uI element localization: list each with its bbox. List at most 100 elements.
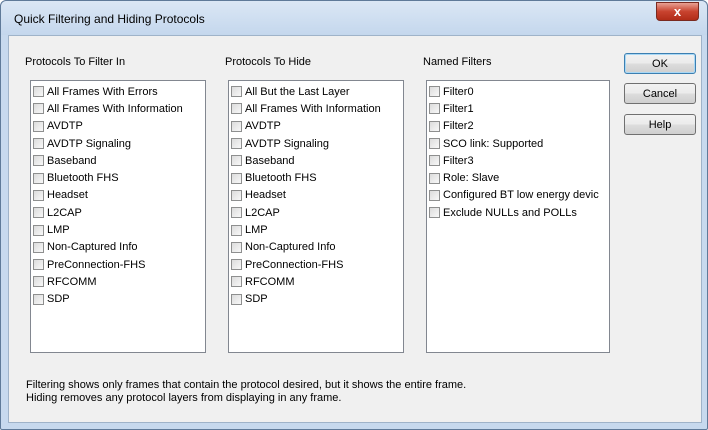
hide-item-label: Baseband bbox=[245, 154, 295, 167]
hide-item[interactable]: RFCOMM bbox=[231, 273, 403, 290]
checkbox[interactable] bbox=[231, 207, 242, 219]
checkbox[interactable] bbox=[33, 103, 44, 115]
filter-in-item-label: Headset bbox=[47, 189, 88, 202]
title-bar[interactable]: Quick Filtering and Hiding Protocols x bbox=[1, 1, 707, 35]
checkbox[interactable] bbox=[231, 120, 242, 132]
filter-in-item[interactable]: All Frames With Errors bbox=[33, 83, 205, 100]
checkbox[interactable] bbox=[231, 103, 242, 115]
filter-in-item[interactable]: PreConnection-FHS bbox=[33, 256, 205, 273]
filter-in-item[interactable]: RFCOMM bbox=[33, 273, 205, 290]
checkbox[interactable] bbox=[231, 86, 242, 98]
hide-item[interactable]: SDP bbox=[231, 291, 403, 308]
named-filter-item[interactable]: Filter2 bbox=[429, 118, 609, 135]
filter-in-item[interactable]: LMP bbox=[33, 221, 205, 238]
filter-in-item-label: SDP bbox=[47, 293, 70, 306]
checkbox[interactable] bbox=[33, 207, 44, 219]
named-filters-listbox[interactable]: Filter0 Filter1 Filter2 SCO link: Supported… bbox=[426, 80, 610, 353]
named-filter-item[interactable]: Role: Slave bbox=[429, 169, 609, 186]
filter-in-item[interactable]: Headset bbox=[33, 187, 205, 204]
checkbox[interactable] bbox=[33, 276, 44, 288]
hide-item[interactable]: Non-Captured Info bbox=[231, 239, 403, 256]
checkbox[interactable] bbox=[231, 224, 242, 236]
filter-in-item-label: AVDTP bbox=[47, 120, 83, 133]
named-filter-item[interactable]: Configured BT low energy devic bbox=[429, 187, 609, 204]
checkbox[interactable] bbox=[33, 172, 44, 184]
filtering-info-text: Filtering shows only frames that contain… bbox=[26, 379, 467, 391]
filter-in-item[interactable]: AVDTP Signaling bbox=[33, 135, 205, 152]
named-filter-item[interactable]: Filter3 bbox=[429, 152, 609, 169]
checkbox[interactable] bbox=[231, 138, 242, 150]
checkbox[interactable] bbox=[33, 155, 44, 167]
named-filters-label: Named Filters bbox=[423, 56, 492, 68]
cancel-button[interactable]: Cancel bbox=[624, 83, 696, 104]
filter-in-item[interactable]: Bluetooth FHS bbox=[33, 169, 205, 186]
filter-in-item-label: All Frames With Errors bbox=[47, 85, 158, 98]
help-button[interactable]: Help bbox=[624, 114, 696, 135]
checkbox[interactable] bbox=[33, 241, 44, 253]
filter-in-item-label: AVDTP Signaling bbox=[47, 137, 131, 150]
checkbox[interactable] bbox=[429, 120, 440, 132]
checkbox[interactable] bbox=[33, 86, 44, 98]
hide-item[interactable]: All But the Last Layer bbox=[231, 83, 403, 100]
hide-listbox[interactable]: All But the Last Layer All Frames With In… bbox=[228, 80, 404, 353]
hide-item-label: LMP bbox=[245, 224, 268, 237]
named-filter-item-label: Exclude NULLs and POLLs bbox=[443, 206, 577, 219]
hide-item[interactable]: PreConnection-FHS bbox=[231, 256, 403, 273]
checkbox[interactable] bbox=[33, 293, 44, 305]
checkbox[interactable] bbox=[429, 138, 440, 150]
named-filter-item-label: Role: Slave bbox=[443, 172, 500, 185]
hide-item[interactable]: Headset bbox=[231, 187, 403, 204]
checkbox[interactable] bbox=[429, 207, 440, 219]
hide-item-label: L2CAP bbox=[245, 206, 280, 219]
hide-item-label: Bluetooth FHS bbox=[245, 172, 317, 185]
filter-in-item-label: Non-Captured Info bbox=[47, 241, 138, 254]
filter-in-item[interactable]: All Frames With Information bbox=[33, 100, 205, 117]
checkbox[interactable] bbox=[429, 86, 440, 98]
checkbox[interactable] bbox=[429, 189, 440, 201]
checkbox[interactable] bbox=[231, 241, 242, 253]
filter-in-item[interactable]: L2CAP bbox=[33, 204, 205, 221]
checkbox[interactable] bbox=[231, 293, 242, 305]
filter-in-listbox[interactable]: All Frames With Errors All Frames With In… bbox=[30, 80, 206, 353]
checkbox[interactable] bbox=[429, 103, 440, 115]
named-filter-item[interactable]: Exclude NULLs and POLLs bbox=[429, 204, 609, 221]
filter-in-label: Protocols To Filter In bbox=[25, 56, 126, 68]
hide-item[interactable]: L2CAP bbox=[231, 204, 403, 221]
hide-item-label: RFCOMM bbox=[245, 275, 295, 288]
checkbox[interactable] bbox=[429, 155, 440, 167]
hide-item[interactable]: LMP bbox=[231, 221, 403, 238]
checkbox[interactable] bbox=[33, 224, 44, 236]
filter-in-item[interactable]: Non-Captured Info bbox=[33, 239, 205, 256]
checkbox[interactable] bbox=[429, 172, 440, 184]
filter-in-item-label: RFCOMM bbox=[47, 275, 97, 288]
hide-item[interactable]: All Frames With Information bbox=[231, 100, 403, 117]
checkbox[interactable] bbox=[33, 120, 44, 132]
filter-in-item[interactable]: AVDTP bbox=[33, 118, 205, 135]
hide-item[interactable]: Baseband bbox=[231, 152, 403, 169]
named-filter-item[interactable]: Filter1 bbox=[429, 100, 609, 117]
named-filter-item-label: Filter0 bbox=[443, 85, 474, 98]
hide-item[interactable]: AVDTP Signaling bbox=[231, 135, 403, 152]
filter-in-item-label: LMP bbox=[47, 224, 70, 237]
checkbox[interactable] bbox=[33, 138, 44, 150]
dialog-window: Quick Filtering and Hiding Protocols x P… bbox=[0, 0, 708, 430]
filter-in-item-label: Bluetooth FHS bbox=[47, 172, 119, 185]
hide-label: Protocols To Hide bbox=[225, 56, 312, 68]
named-filter-item[interactable]: SCO link: Supported bbox=[429, 135, 609, 152]
checkbox[interactable] bbox=[231, 189, 242, 201]
filter-in-item[interactable]: Baseband bbox=[33, 152, 205, 169]
named-filter-item[interactable]: Filter0 bbox=[429, 83, 609, 100]
hide-item-label: AVDTP Signaling bbox=[245, 137, 329, 150]
named-filter-item-label: Filter3 bbox=[443, 154, 474, 167]
checkbox[interactable] bbox=[231, 155, 242, 167]
checkbox[interactable] bbox=[231, 172, 242, 184]
hide-item[interactable]: Bluetooth FHS bbox=[231, 169, 403, 186]
checkbox[interactable] bbox=[231, 259, 242, 271]
hide-item[interactable]: AVDTP bbox=[231, 118, 403, 135]
filter-in-item[interactable]: SDP bbox=[33, 291, 205, 308]
checkbox[interactable] bbox=[231, 276, 242, 288]
checkbox[interactable] bbox=[33, 189, 44, 201]
close-button[interactable]: x bbox=[656, 2, 699, 21]
checkbox[interactable] bbox=[33, 259, 44, 271]
ok-button[interactable]: OK bbox=[624, 53, 696, 74]
